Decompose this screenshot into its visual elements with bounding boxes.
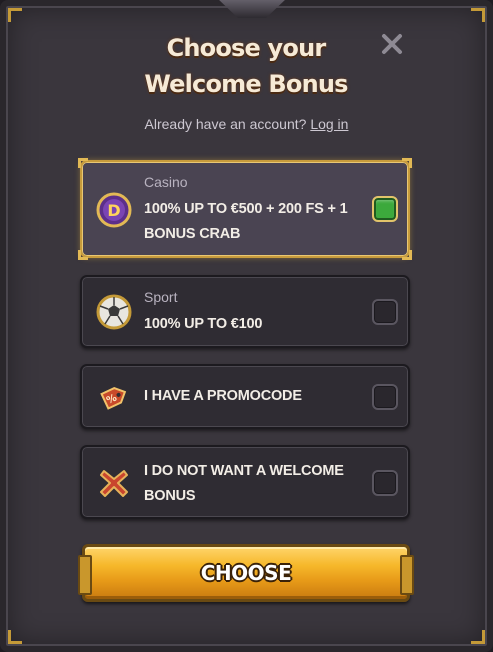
- option-checkbox[interactable]: [372, 384, 398, 410]
- frame-corner: [471, 8, 485, 22]
- modal-title: Choose your Welcome Bonus: [144, 34, 348, 98]
- cross-icon: [96, 465, 132, 501]
- option-corner: [78, 158, 88, 168]
- login-link[interactable]: Log in: [310, 116, 348, 132]
- bonus-option-promocode[interactable]: % I HAVE A PROMOCODE: [80, 364, 410, 429]
- option-corner: [402, 250, 412, 260]
- close-icon: [382, 34, 402, 54]
- option-corner: [402, 158, 412, 168]
- choose-button[interactable]: CHOOSE: [78, 544, 414, 602]
- option-category: Sport: [144, 289, 178, 305]
- option-category: Casino: [144, 174, 188, 190]
- frame-corner: [8, 8, 22, 22]
- login-prompt-line: Already have an account? Log in: [0, 116, 493, 132]
- bonus-option-sport[interactable]: Sport 100% UP TO €100: [80, 275, 410, 348]
- casino-coin-icon: D: [96, 192, 132, 228]
- top-ornament: [217, 0, 287, 18]
- option-checkbox[interactable]: [372, 470, 398, 496]
- choose-button-label: CHOOSE: [200, 561, 292, 585]
- soccer-ball-icon: [96, 294, 132, 330]
- svg-text:D: D: [107, 201, 120, 220]
- frame-corner: [471, 630, 485, 644]
- promo-tag-icon: %: [96, 379, 132, 415]
- frame-corner: [8, 630, 22, 644]
- option-text: 100% UP TO €100: [144, 316, 263, 332]
- option-corner: [78, 250, 88, 260]
- login-prompt: Already have an account?: [144, 116, 307, 132]
- option-text: I DO NOT WANT A WELCOME BONUS: [144, 463, 344, 504]
- option-text: 100% UP TO €500 + 200 FS + 1 BONUS CRAB: [144, 201, 348, 242]
- close-button[interactable]: [378, 30, 406, 58]
- option-checkbox[interactable]: [372, 196, 398, 222]
- option-text: I HAVE A PROMOCODE: [144, 388, 302, 404]
- bonus-option-no-bonus[interactable]: I DO NOT WANT A WELCOME BONUS: [80, 445, 410, 519]
- option-checkbox[interactable]: [372, 299, 398, 325]
- bonus-option-casino[interactable]: D Casino 100% UP TO €500 + 200 FS + 1 BO…: [78, 158, 412, 260]
